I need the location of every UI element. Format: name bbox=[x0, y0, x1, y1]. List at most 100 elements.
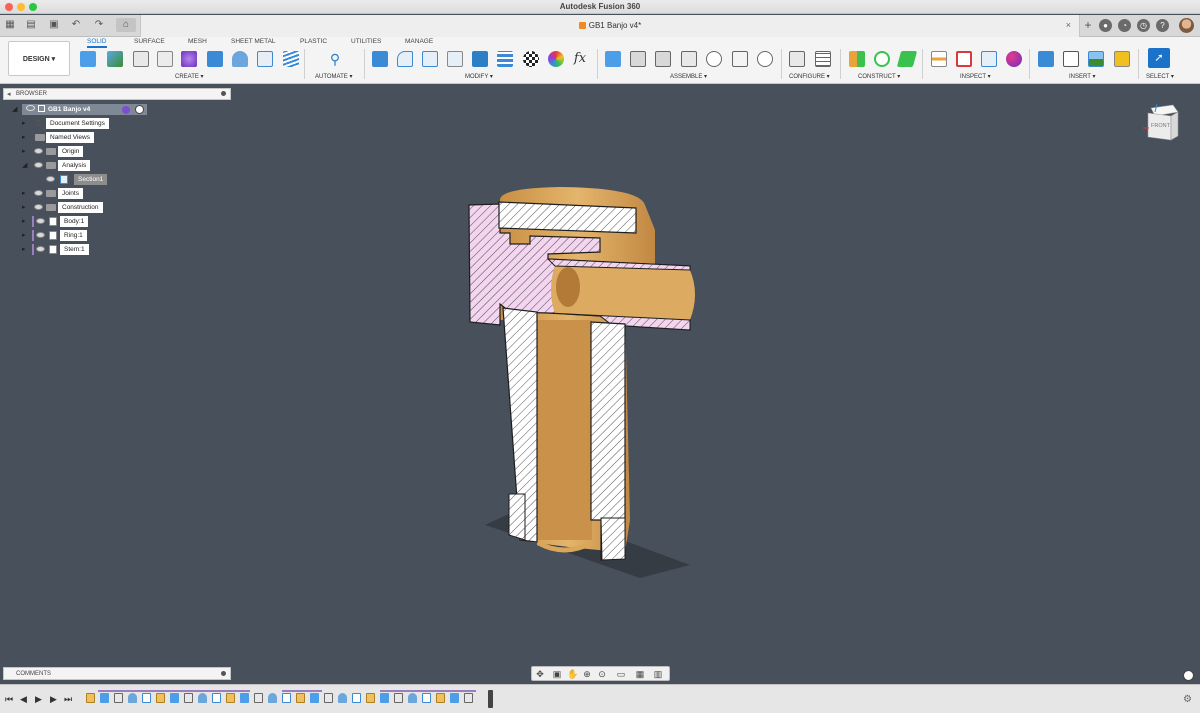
extrude-icon[interactable] bbox=[133, 51, 149, 67]
thread-icon[interactable] bbox=[283, 51, 299, 67]
timeline-feature-icon[interactable] bbox=[450, 693, 459, 703]
measure-icon[interactable] bbox=[931, 51, 947, 67]
tab-surface[interactable]: SURFACE bbox=[134, 38, 165, 45]
insert-mcmaster-icon[interactable] bbox=[1063, 51, 1079, 67]
viewcube[interactable]: FRONT bbox=[1143, 103, 1179, 144]
timeline-feature-icon[interactable] bbox=[366, 693, 375, 703]
chamfer-icon[interactable] bbox=[422, 51, 438, 67]
appearance-icon[interactable] bbox=[523, 51, 539, 67]
expand-icon[interactable]: ▸ bbox=[22, 147, 26, 155]
tree-item-joints[interactable]: ▸ Joints bbox=[22, 188, 122, 199]
hole-icon[interactable] bbox=[257, 51, 273, 67]
insert-derive-icon[interactable] bbox=[1038, 51, 1054, 67]
physical-material-icon[interactable] bbox=[548, 51, 564, 67]
timeline-feature-icon[interactable] bbox=[156, 693, 165, 703]
go-to-start-icon[interactable]: ⏮ bbox=[5, 694, 13, 704]
sweep-icon[interactable] bbox=[232, 51, 248, 67]
tab-utilities[interactable]: UTILITIES bbox=[351, 38, 381, 45]
combine-icon[interactable] bbox=[472, 51, 488, 67]
timeline-feature-icon[interactable] bbox=[198, 693, 207, 703]
new-tab-icon[interactable]: + bbox=[1080, 18, 1096, 32]
orbit-icon[interactable]: ✥ bbox=[535, 669, 545, 679]
shell-icon[interactable] bbox=[447, 51, 463, 67]
grid-settings-icon[interactable]: ▦ bbox=[635, 669, 645, 679]
step-back-icon[interactable]: ◀ bbox=[20, 694, 27, 704]
timeline-feature-icon[interactable] bbox=[422, 693, 431, 703]
workspace-switcher-button[interactable]: DESIGN ▾ bbox=[8, 41, 70, 76]
comments-pin-icon[interactable] bbox=[221, 671, 226, 676]
expand-icon[interactable]: ▸ bbox=[22, 203, 26, 211]
as-built-joint-icon[interactable] bbox=[655, 51, 671, 67]
tree-item-body1[interactable]: ▸ Body:1 bbox=[22, 216, 122, 227]
tab-manage[interactable]: MANAGE bbox=[405, 38, 433, 45]
display-settings-icon[interactable]: ▭ bbox=[616, 669, 626, 679]
home-icon[interactable]: ⌂ bbox=[116, 18, 136, 32]
press-pull-icon[interactable] bbox=[372, 51, 388, 67]
configure-menu[interactable]: CONFIGURE ▾ bbox=[789, 73, 830, 80]
timeline-feature-icon[interactable] bbox=[324, 693, 333, 703]
insert-svg-icon[interactable] bbox=[1114, 51, 1130, 67]
eye-icon[interactable] bbox=[34, 190, 43, 196]
timeline-feature-icon[interactable] bbox=[212, 693, 221, 703]
timeline-feature-icon[interactable] bbox=[170, 693, 179, 703]
timeline-feature-icon[interactable] bbox=[394, 693, 403, 703]
expand-icon[interactable]: ▸ bbox=[22, 189, 26, 197]
close-tab-button[interactable]: × bbox=[1066, 20, 1071, 30]
parameters-icon[interactable]: fx bbox=[572, 51, 588, 67]
tree-item-document-settings[interactable]: ▸ ⚙ Document Settings bbox=[22, 118, 122, 129]
timeline-feature-icon[interactable] bbox=[464, 693, 473, 703]
configuration-table-icon[interactable] bbox=[815, 51, 831, 67]
app-grid-icon[interactable]: ▦ bbox=[5, 18, 15, 32]
timeline-feature-icon[interactable] bbox=[254, 693, 263, 703]
tree-item-ring1[interactable]: ▸ Ring:1 bbox=[22, 230, 122, 241]
configure-icon[interactable] bbox=[789, 51, 805, 67]
timeline-settings-icon[interactable]: ⚙ bbox=[1183, 694, 1192, 705]
comments-panel[interactable]: COMMENTS bbox=[3, 667, 231, 680]
tree-root[interactable]: ◢ GB1 Banjo v4 bbox=[12, 104, 147, 115]
automate-icon[interactable]: ⚲ bbox=[327, 51, 343, 67]
tab-solid[interactable]: SOLID bbox=[87, 38, 107, 48]
motion-link-icon[interactable] bbox=[757, 51, 773, 67]
plane-at-angle-icon[interactable] bbox=[874, 51, 890, 67]
zebra-analysis-icon[interactable] bbox=[1006, 51, 1022, 67]
eye-icon[interactable] bbox=[34, 204, 43, 210]
construct-menu[interactable]: CONSTRUCT ▾ bbox=[858, 73, 900, 80]
eye-icon[interactable] bbox=[36, 246, 45, 252]
expand-icon[interactable]: ▸ bbox=[22, 133, 26, 141]
modify-menu[interactable]: MODIFY ▾ bbox=[465, 73, 493, 80]
eye-icon[interactable] bbox=[36, 232, 45, 238]
timeline-feature-icon[interactable] bbox=[268, 693, 277, 703]
viewports-icon[interactable]: ▥ bbox=[653, 669, 663, 679]
look-at-icon[interactable]: ▣ bbox=[552, 669, 562, 679]
new-component-assemble-icon[interactable] bbox=[605, 51, 621, 67]
tree-item-named-views[interactable]: ▸ Named Views bbox=[22, 132, 122, 143]
tree-item-origin[interactable]: ▸ Origin bbox=[22, 146, 122, 157]
document-tab[interactable]: GB1 Banjo v4* × bbox=[140, 15, 1080, 37]
zoom-icon[interactable]: ⊕ bbox=[582, 669, 592, 679]
timeline-feature-icon[interactable] bbox=[296, 693, 305, 703]
timeline-feature-icon[interactable] bbox=[408, 693, 417, 703]
form-icon[interactable] bbox=[181, 51, 197, 67]
split-body-icon[interactable] bbox=[497, 51, 513, 67]
tab-sheet-metal[interactable]: SHEET METAL bbox=[231, 38, 276, 45]
step-forward-icon[interactable]: ▶ bbox=[50, 694, 57, 704]
browser-collapse-icon[interactable]: ◂ bbox=[7, 90, 11, 98]
automate-menu[interactable]: AUTOMATE ▾ bbox=[315, 73, 352, 80]
timeline-feature-icon[interactable] bbox=[240, 693, 249, 703]
tab-mesh[interactable]: MESH bbox=[188, 38, 207, 45]
tree-item-stem1[interactable]: ▸ Stem:1 bbox=[22, 244, 122, 255]
timeline-feature-icon[interactable] bbox=[226, 693, 235, 703]
job-status-icon[interactable]: ◔ bbox=[1118, 19, 1131, 32]
drive-joints-icon[interactable] bbox=[732, 51, 748, 67]
eye-icon[interactable] bbox=[46, 176, 55, 182]
tab-plastic[interactable]: PLASTIC bbox=[300, 38, 327, 45]
fillet-icon[interactable] bbox=[397, 51, 413, 67]
expand-icon[interactable]: ▸ bbox=[22, 217, 26, 225]
interference-icon[interactable] bbox=[956, 51, 972, 67]
expand-icon[interactable]: ▸ bbox=[22, 245, 26, 253]
browser-pin-icon[interactable] bbox=[221, 91, 226, 96]
go-to-end-icon[interactable]: ⏭ bbox=[64, 694, 72, 704]
pan-icon[interactable]: ✋ bbox=[567, 669, 578, 679]
viewport-canvas[interactable] bbox=[0, 0, 1200, 713]
section-analysis-icon[interactable] bbox=[981, 51, 997, 67]
